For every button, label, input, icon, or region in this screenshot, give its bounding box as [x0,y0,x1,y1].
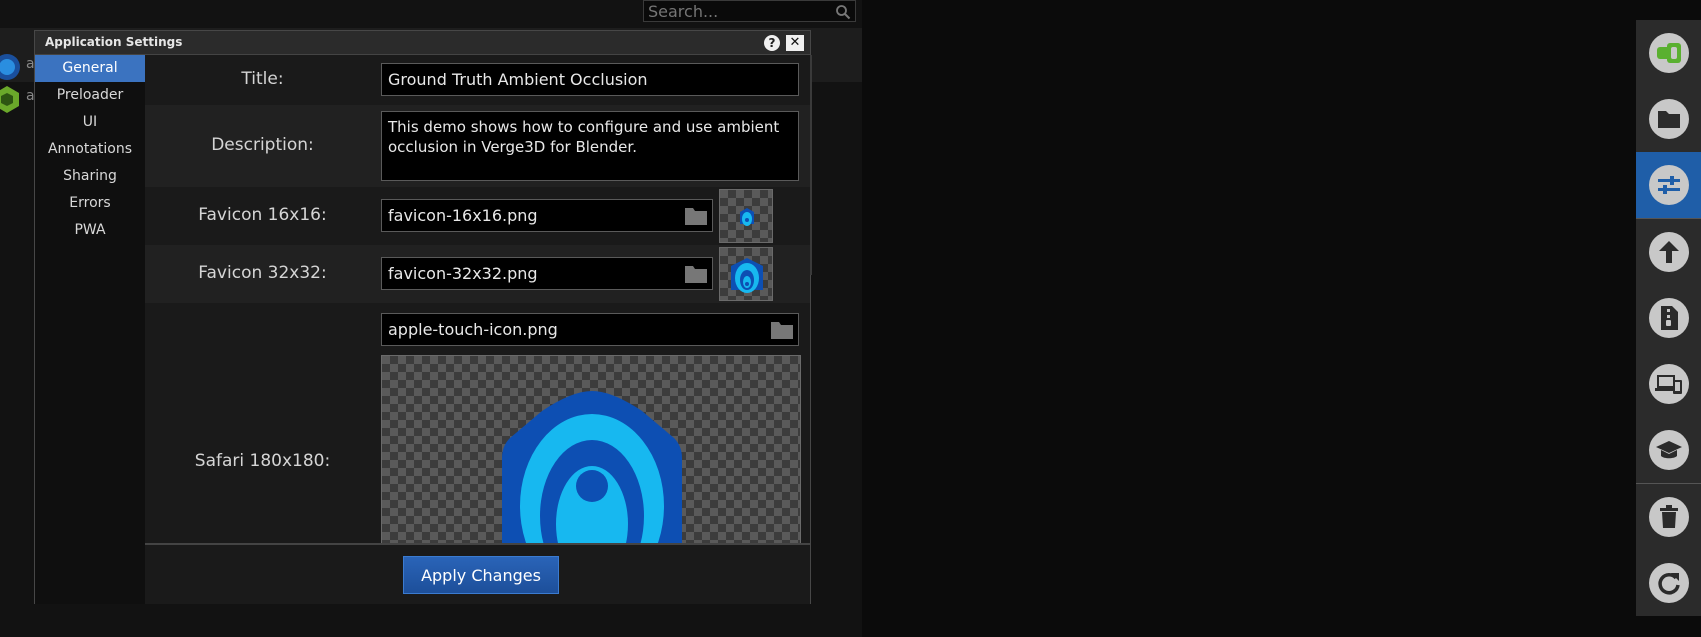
sidebar-item-sharing[interactable]: Sharing [35,163,145,190]
app-window: a a [0,0,1701,637]
devices-icon [1648,364,1689,404]
zip-archive-button[interactable] [1636,285,1701,351]
sidebar-item-errors[interactable]: Errors [35,190,145,217]
favicon16-file-field[interactable]: favicon-16x16.png [381,199,713,232]
folder-icon[interactable] [684,264,708,284]
search-icon[interactable] [835,4,851,20]
favicon32-label: Favicon 32x32: [198,263,327,283]
settings-sliders-icon [1648,165,1689,205]
safari-file-field[interactable]: apple-touch-icon.png [381,313,799,346]
favicon32-row: Favicon 32x32: favicon-32x32.png [145,245,810,303]
trash-icon [1648,497,1689,537]
sidebar-item-ui[interactable]: UI [35,109,145,136]
open-folder-button[interactable] [1636,86,1701,152]
right-toolbar [1636,20,1701,616]
favicon16-label: Favicon 16x16: [198,205,327,225]
title-input[interactable]: Ground Truth Ambient Occlusion [381,63,799,96]
right-background [862,0,1701,637]
verge3d-logo-icon [731,258,763,293]
title-label: Title: [241,69,284,89]
sidebar-item-preloader[interactable]: Preloader [35,82,145,109]
graduation-cap-icon [1648,430,1689,470]
close-icon[interactable]: ✕ [786,35,804,51]
favicon16-row: Favicon 16x16: favicon-16x16.png [145,187,810,245]
folder-icon[interactable] [684,206,708,226]
title-row: Title: Ground Truth Ambient Occlusion [145,55,810,105]
delete-button[interactable] [1636,484,1701,550]
safari-label: Safari 180x180: [194,451,331,471]
search-box[interactable] [643,0,856,22]
upload-button[interactable] [1636,219,1701,285]
verge3d-logo-icon [740,208,754,226]
sidebar-item-pwa[interactable]: PWA [35,217,145,244]
devices-button[interactable] [1636,351,1701,417]
refresh-icon [1648,563,1689,603]
description-row: Description: This demo shows how to conf… [145,105,810,187]
dialog-title-bar[interactable]: Application Settings ? ✕ [35,31,810,55]
tutorials-button[interactable] [1636,417,1701,483]
help-icon[interactable]: ? [764,35,780,51]
sidebar-item-general[interactable]: General [35,55,145,82]
app-settings-button[interactable] [1636,152,1701,218]
content-scrollbar[interactable] [810,55,812,275]
settings-sidebar: General Preloader UI Annotations Sharing… [35,55,145,604]
reload-button[interactable] [1636,550,1701,616]
favicon32-preview [719,247,773,301]
application-settings-dialog: Application Settings ? ✕ General Preload… [34,30,812,604]
upload-icon [1648,232,1689,272]
new-project-button[interactable] [1636,20,1701,86]
verge3d-logo-icon [502,391,682,543]
favicon32-file-field[interactable]: favicon-32x32.png [381,257,713,290]
settings-content: Title: Ground Truth Ambient Occlusion De… [145,55,810,543]
description-label: Description: [211,135,314,155]
safari-icon-preview [381,355,801,543]
new-project-icon [1648,33,1689,73]
dialog-title: Application Settings [45,35,183,49]
zip-file-icon [1648,298,1689,338]
favicon16-preview [719,189,773,243]
dialog-footer: Apply Changes [145,543,810,604]
cube-icon [0,86,19,113]
folder-icon[interactable] [770,320,794,340]
verge3d-logo-icon [0,54,20,80]
apply-changes-button[interactable]: Apply Changes [403,556,559,594]
search-input[interactable] [644,1,855,21]
safari-filename: apple-touch-icon.png [388,320,558,339]
folder-icon [1648,99,1689,139]
sidebar-item-annotations[interactable]: Annotations [35,136,145,163]
favicon16-filename: favicon-16x16.png [388,206,538,225]
description-textarea[interactable]: This demo shows how to configure and use… [381,111,799,181]
safari-icon-row: Safari 180x180: apple-touch-icon.png [145,303,810,543]
favicon32-filename: favicon-32x32.png [388,264,538,283]
